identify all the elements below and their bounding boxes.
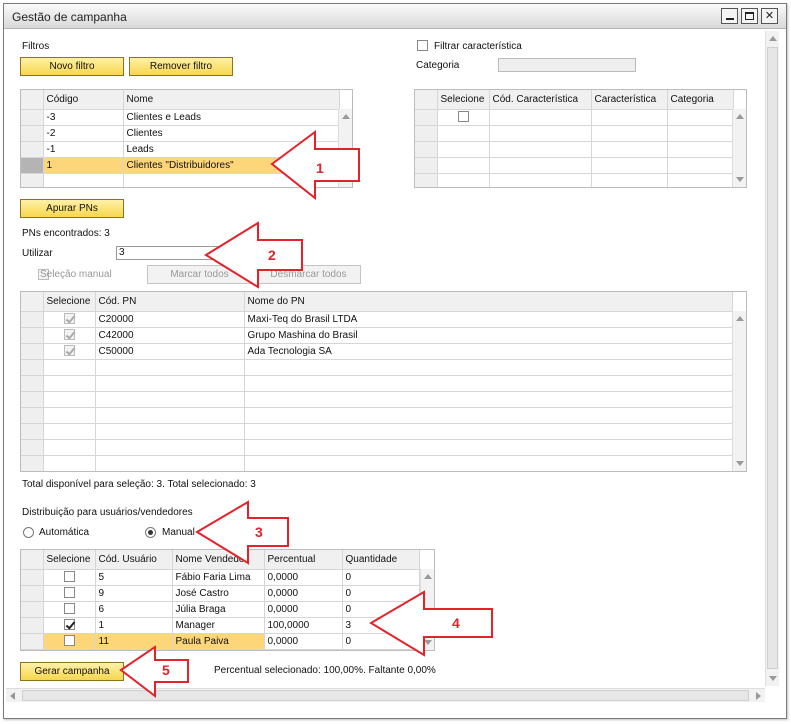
annotation-arrow-2 bbox=[204, 221, 303, 289]
annotation-arrow-4 bbox=[369, 590, 493, 657]
annotation-label-4: 4 bbox=[452, 615, 460, 631]
annotation-arrow-5 bbox=[119, 645, 189, 699]
annotation-label-1: 1 bbox=[316, 160, 324, 176]
annotation-label-5: 5 bbox=[162, 662, 170, 678]
annotation-label-2: 2 bbox=[268, 247, 276, 263]
annotation-overlay bbox=[119, 130, 493, 699]
annotation-label-3: 3 bbox=[255, 524, 263, 540]
annotation-arrow-3 bbox=[195, 500, 289, 565]
